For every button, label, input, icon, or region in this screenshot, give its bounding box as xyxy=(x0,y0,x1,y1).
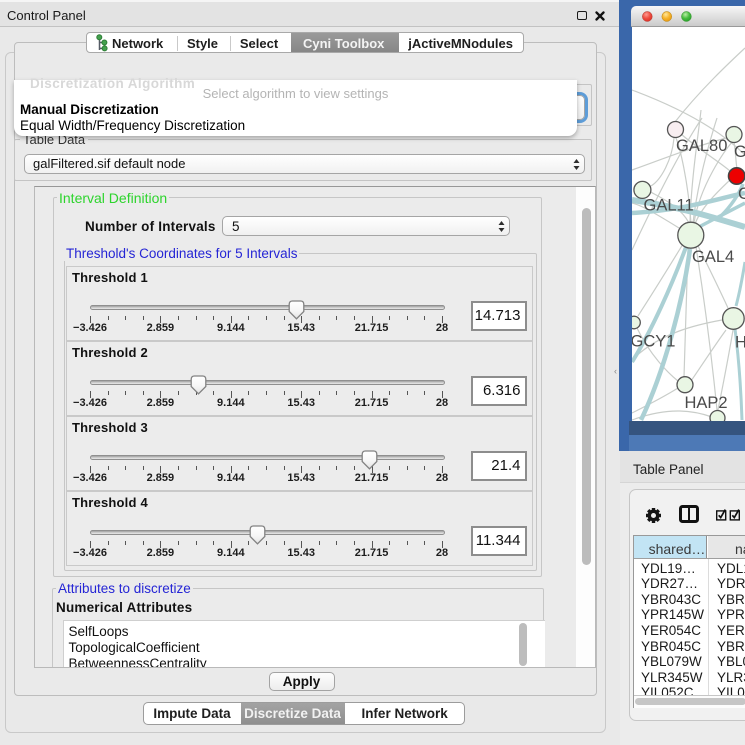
svg-text:GAL11: GAL11 xyxy=(644,197,694,215)
svg-text:GAL4: GAL4 xyxy=(692,248,734,266)
svg-text:HIS: HIS xyxy=(735,334,745,352)
svg-text:GCY1: GCY1 xyxy=(632,333,675,351)
svg-text:HAP2: HAP2 xyxy=(685,394,728,412)
svg-text:GAL80: GAL80 xyxy=(676,137,727,155)
svg-text:CDC: CDC xyxy=(738,185,745,203)
svg-text:GAL3: GAL3 xyxy=(734,143,745,161)
